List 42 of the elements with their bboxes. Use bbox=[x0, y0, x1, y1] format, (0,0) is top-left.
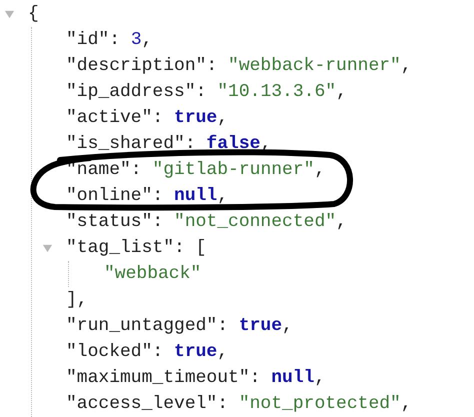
comma: , bbox=[314, 159, 326, 182]
json-value: null bbox=[271, 367, 314, 390]
bracket: ], bbox=[66, 289, 88, 312]
json-value: "10.13.3.6" bbox=[217, 81, 336, 104]
json-value: "not_protected" bbox=[238, 393, 401, 416]
json-value: true bbox=[174, 341, 218, 364]
json-key: "online": bbox=[66, 183, 164, 209]
comma: , bbox=[217, 341, 228, 364]
json-value: "not_connected" bbox=[174, 211, 336, 234]
json-value: "webback-runner" bbox=[228, 55, 401, 78]
comma: , bbox=[314, 367, 326, 390]
json-value: null bbox=[174, 185, 218, 208]
comma: , bbox=[217, 107, 228, 130]
json-value: 3 bbox=[130, 29, 142, 52]
json-key: "locked": bbox=[66, 339, 164, 365]
json-key: "description": bbox=[66, 53, 218, 79]
json-value: "webback" bbox=[104, 263, 202, 286]
json-key: "active": bbox=[66, 105, 164, 131]
bracket: { bbox=[28, 3, 39, 26]
json-key: "run_untagged": bbox=[66, 313, 228, 339]
json-key: "tag_list": bbox=[66, 235, 185, 261]
json-key: "status": bbox=[66, 209, 164, 235]
disclosure-triangle-icon[interactable] bbox=[42, 242, 53, 254]
json-value: true bbox=[238, 315, 282, 338]
comma: , bbox=[400, 55, 412, 78]
json-key: "id": bbox=[66, 27, 120, 53]
json-value: "gitlab-runner" bbox=[152, 159, 314, 182]
json-value: true bbox=[174, 107, 218, 130]
bracket: [ bbox=[196, 237, 206, 260]
comma: , bbox=[142, 29, 152, 52]
json-value: false bbox=[206, 133, 260, 156]
json-key: "name": bbox=[66, 157, 142, 183]
comma: , bbox=[336, 81, 347, 104]
comma: , bbox=[400, 393, 412, 416]
json-key: "access_level": bbox=[66, 391, 228, 417]
comma: , bbox=[336, 211, 347, 234]
disclosure-triangle-icon[interactable] bbox=[4, 8, 15, 20]
comma: , bbox=[217, 185, 228, 208]
json-key: "is_shared": bbox=[66, 131, 196, 157]
json-key: "maximum_timeout": bbox=[66, 365, 260, 391]
json-key: "ip_address": bbox=[66, 79, 206, 105]
comma: , bbox=[282, 315, 293, 338]
